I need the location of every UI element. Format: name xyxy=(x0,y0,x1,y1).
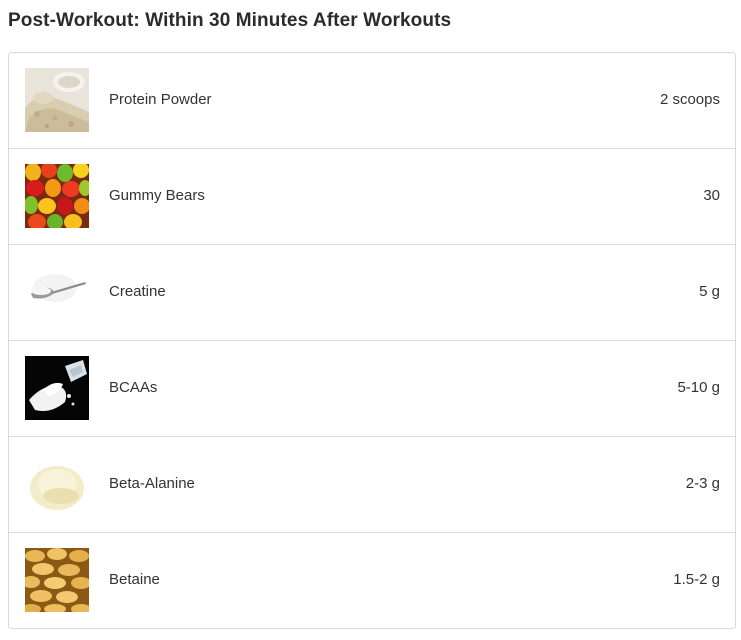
list-item: Protein Powder 2 scoops xyxy=(9,53,735,149)
item-amount: 30 xyxy=(703,187,720,204)
beta-alanine-image xyxy=(25,452,89,516)
bcaas-image xyxy=(25,356,89,420)
item-name: Protein Powder xyxy=(109,91,212,108)
item-amount: 5-10 g xyxy=(677,379,720,396)
page-title: Post-Workout: Within 30 Minutes After Wo… xyxy=(8,10,452,31)
item-amount: 2 scoops xyxy=(659,91,720,108)
betaine-image xyxy=(25,548,89,612)
creatine-image xyxy=(25,260,89,324)
item-amount: 5 g xyxy=(699,283,720,300)
item-name: Gummy Bears xyxy=(109,187,205,204)
protein-powder-image xyxy=(25,68,89,132)
item-name: Beta-Alanine xyxy=(109,475,195,492)
item-name: Betaine xyxy=(109,571,160,588)
list-item: Gummy Bears 30 xyxy=(9,149,735,245)
item-amount: 2-3 g xyxy=(685,475,720,492)
item-name: Creatine xyxy=(109,283,166,300)
list-item: Betaine 1.5-2 g xyxy=(9,533,735,628)
item-name: BCAAs xyxy=(109,379,158,396)
supplement-list: Protein Powder 2 scoops Gummy Bears 30 C… xyxy=(8,52,736,629)
list-item: BCAAs 5-10 g xyxy=(9,341,735,437)
list-item: Creatine 5 g xyxy=(9,245,735,341)
item-amount: 1.5-2 g xyxy=(673,571,720,588)
gummy-bears-image xyxy=(25,164,89,228)
list-item: Beta-Alanine 2-3 g xyxy=(9,437,735,533)
